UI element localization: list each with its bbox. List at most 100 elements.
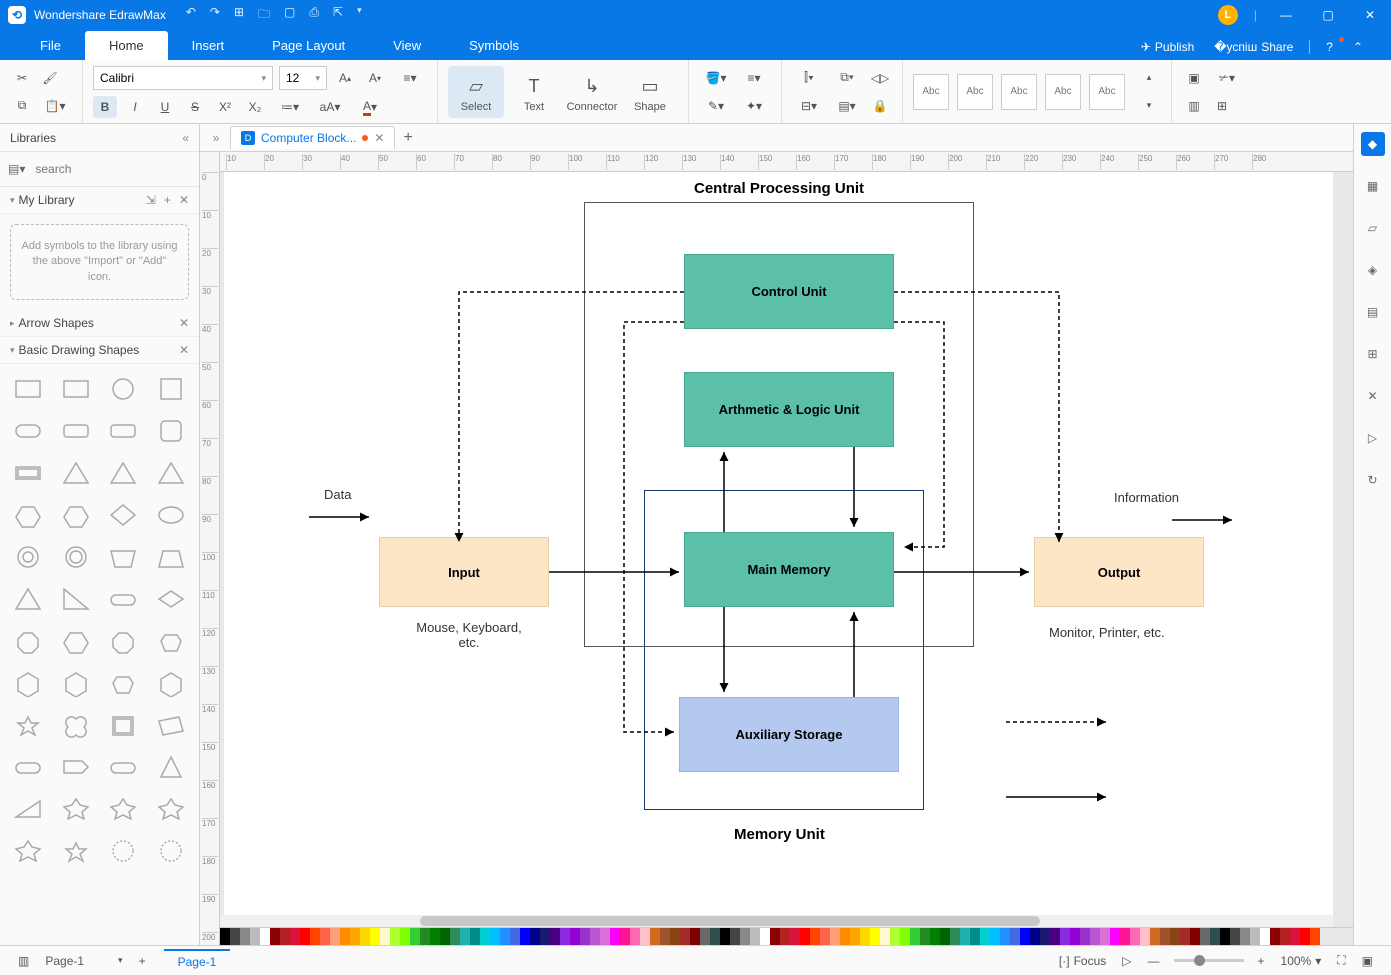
color-swatch[interactable]: [1070, 928, 1080, 945]
color-swatch[interactable]: [1120, 928, 1130, 945]
shape-item[interactable]: [6, 790, 50, 828]
color-swatch[interactable]: [280, 928, 290, 945]
fullscreen-icon[interactable]: ▣: [1354, 950, 1381, 972]
shape-item[interactable]: [6, 832, 50, 870]
color-swatch[interactable]: [740, 928, 750, 945]
color-swatch[interactable]: [700, 928, 710, 945]
color-swatch[interactable]: [660, 928, 670, 945]
undo-icon[interactable]: ↶: [186, 5, 196, 26]
color-swatch[interactable]: [1140, 928, 1150, 945]
color-swatch[interactable]: [820, 928, 830, 945]
shape-item[interactable]: [102, 454, 146, 492]
color-swatch[interactable]: [630, 928, 640, 945]
theme-4[interactable]: Abc: [1045, 74, 1081, 110]
shape-tool[interactable]: ▭Shape: [622, 66, 678, 118]
close-doc-icon[interactable]: ✕: [374, 131, 384, 145]
color-swatch[interactable]: [1050, 928, 1060, 945]
shape-item[interactable]: [6, 580, 50, 618]
color-swatch[interactable]: [480, 928, 490, 945]
color-swatch[interactable]: [290, 928, 300, 945]
theme-3[interactable]: Abc: [1001, 74, 1037, 110]
shape-item[interactable]: [149, 370, 193, 408]
close-cat-icon[interactable]: ✕: [179, 193, 189, 207]
crop-icon[interactable]: ✃▾: [1210, 67, 1244, 89]
shape-item[interactable]: [102, 538, 146, 576]
color-swatch[interactable]: [1010, 928, 1020, 945]
color-swatch[interactable]: [680, 928, 690, 945]
color-swatch[interactable]: [550, 928, 560, 945]
shape-item[interactable]: [102, 412, 146, 450]
lib-search-input[interactable]: [31, 158, 194, 180]
page-width-icon[interactable]: ▥: [1182, 95, 1206, 117]
color-swatch[interactable]: [600, 928, 610, 945]
color-swatch[interactable]: [570, 928, 580, 945]
line-icon[interactable]: ✎▾: [699, 95, 733, 117]
shape-item[interactable]: [6, 664, 50, 702]
shape-item[interactable]: [54, 496, 98, 534]
italic-icon[interactable]: I: [123, 96, 147, 118]
shape-item[interactable]: [54, 412, 98, 450]
color-swatch[interactable]: [320, 928, 330, 945]
shape-item[interactable]: [149, 748, 193, 786]
bold-icon[interactable]: B: [93, 96, 117, 118]
menu-view[interactable]: View: [369, 31, 445, 60]
doc-tab[interactable]: D Computer Block... ✕: [230, 126, 395, 149]
shape-item[interactable]: [6, 622, 50, 660]
align-objects-icon[interactable]: ⫿▾: [792, 67, 826, 89]
shuffle-panel-icon[interactable]: ✕: [1361, 384, 1385, 408]
pages-list-icon[interactable]: ▥: [10, 950, 37, 972]
color-swatch[interactable]: [510, 928, 520, 945]
fill-icon[interactable]: 🪣▾: [699, 67, 733, 89]
theme-1[interactable]: Abc: [913, 74, 949, 110]
color-swatch[interactable]: [1210, 928, 1220, 945]
color-swatch[interactable]: [400, 928, 410, 945]
color-swatch[interactable]: [1110, 928, 1120, 945]
color-swatch[interactable]: [420, 928, 430, 945]
close-cat-icon[interactable]: ✕: [179, 343, 189, 357]
zoom-slider[interactable]: [1174, 959, 1244, 962]
lock-icon[interactable]: 🔒: [868, 95, 892, 117]
color-swatch[interactable]: [900, 928, 910, 945]
canvas[interactable]: Central Processing Unit Control Unit Art…: [224, 172, 1333, 917]
color-swatch[interactable]: [240, 928, 250, 945]
shape-item[interactable]: [6, 748, 50, 786]
shape-item[interactable]: [6, 496, 50, 534]
underline-icon[interactable]: U: [153, 96, 177, 118]
color-swatch[interactable]: [810, 928, 820, 945]
menu-file[interactable]: File: [16, 31, 85, 60]
color-swatch[interactable]: [1220, 928, 1230, 945]
shape-item[interactable]: [6, 370, 50, 408]
history-panel-icon[interactable]: ↻: [1361, 468, 1385, 492]
color-swatch[interactable]: [840, 928, 850, 945]
shape-item[interactable]: [149, 580, 193, 618]
color-swatch[interactable]: [350, 928, 360, 945]
color-swatch[interactable]: [720, 928, 730, 945]
shape-item[interactable]: [102, 664, 146, 702]
color-swatch[interactable]: [1090, 928, 1100, 945]
color-bar[interactable]: [220, 927, 1353, 945]
color-swatch[interactable]: [490, 928, 500, 945]
export-icon[interactable]: ⇱: [333, 5, 343, 26]
share-button[interactable]: �успіш Share: [1206, 40, 1301, 54]
expand-lib-icon[interactable]: »: [206, 131, 226, 145]
color-swatch[interactable]: [830, 928, 840, 945]
menu-symbols[interactable]: Symbols: [445, 31, 543, 60]
shape-item[interactable]: [54, 832, 98, 870]
color-swatch[interactable]: [1270, 928, 1280, 945]
color-swatch[interactable]: [870, 928, 880, 945]
color-swatch[interactable]: [610, 928, 620, 945]
copy-icon[interactable]: ⧉: [10, 95, 34, 117]
color-swatch[interactable]: [800, 928, 810, 945]
shrink-font-icon[interactable]: A▾: [363, 67, 387, 89]
new-icon[interactable]: ⊞: [234, 5, 244, 26]
menu-pagelayout[interactable]: Page Layout: [248, 31, 369, 60]
color-swatch[interactable]: [360, 928, 370, 945]
close-button[interactable]: ✕: [1357, 8, 1383, 22]
notes-panel-icon[interactable]: ▤: [1361, 300, 1385, 324]
color-swatch[interactable]: [710, 928, 720, 945]
color-swatch[interactable]: [1230, 928, 1240, 945]
shape-item[interactable]: [149, 790, 193, 828]
shape-item[interactable]: [102, 622, 146, 660]
cat-mylib[interactable]: ▾My Library ⇲+✕: [0, 187, 199, 214]
color-swatch[interactable]: [780, 928, 790, 945]
